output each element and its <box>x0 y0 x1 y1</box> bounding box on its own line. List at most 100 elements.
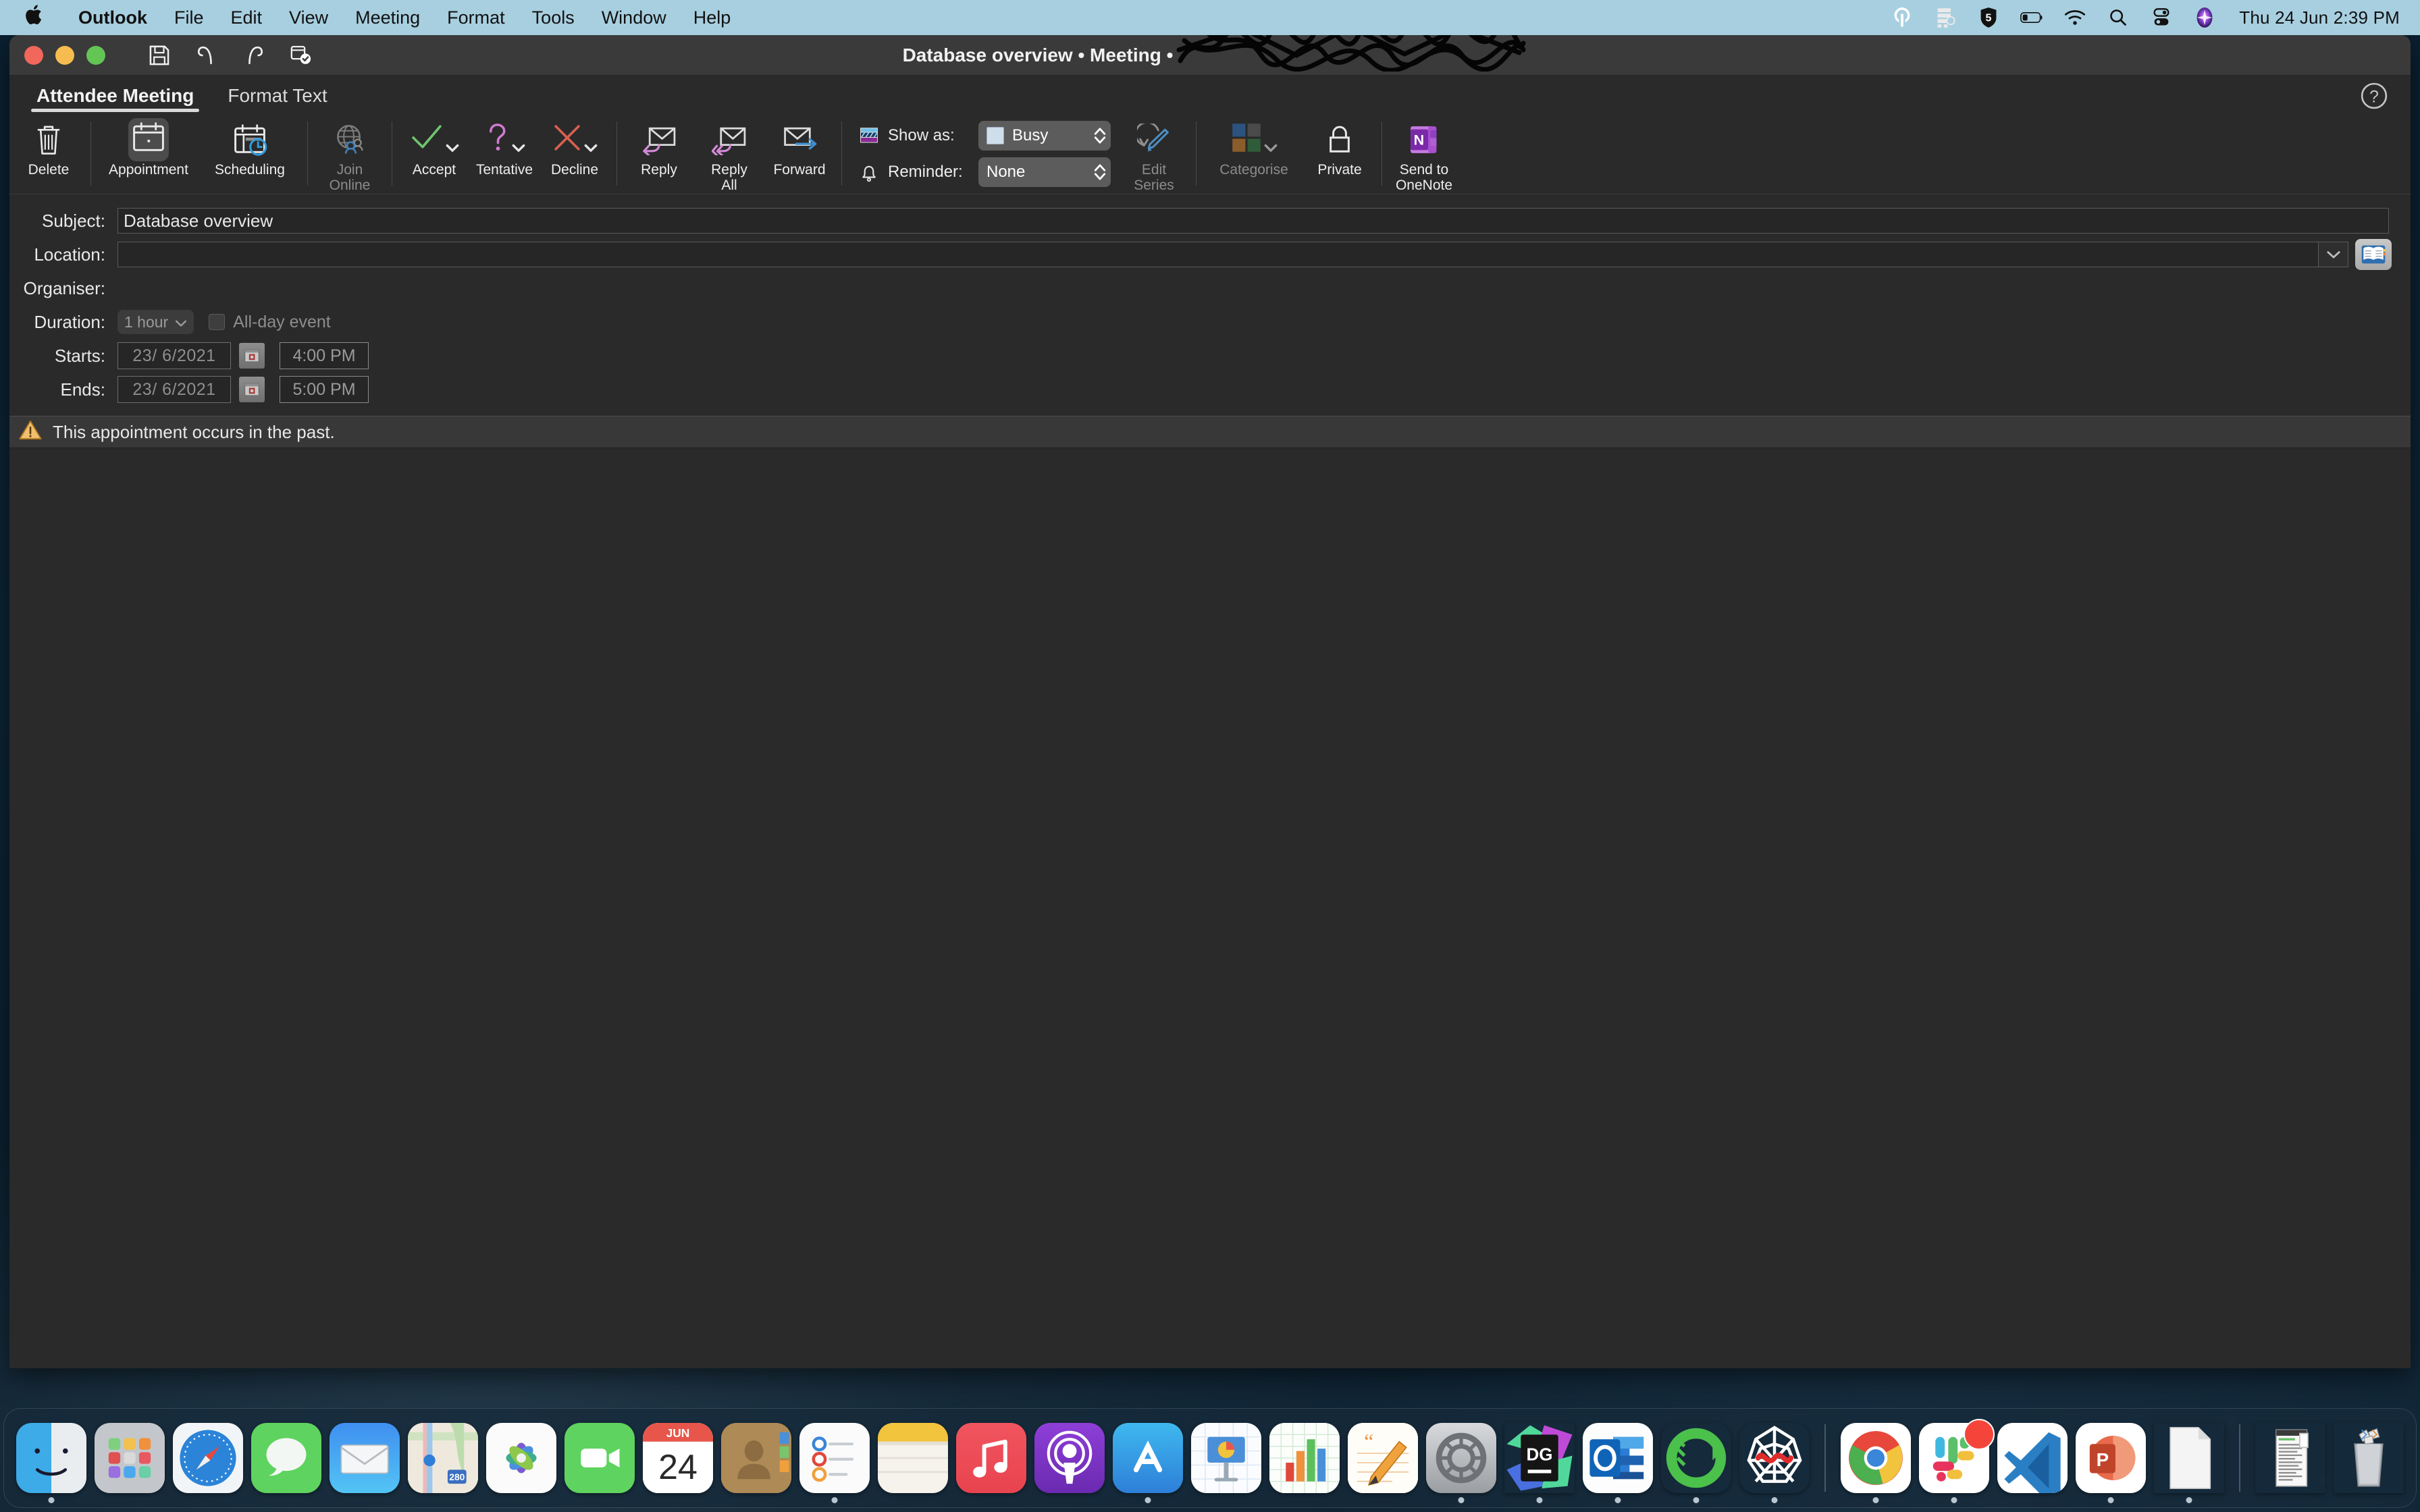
starts-calendar-picker-icon[interactable] <box>239 343 265 369</box>
dock-item-photos[interactable] <box>486 1423 556 1493</box>
dock-item-messages[interactable] <box>251 1423 321 1493</box>
meeting-notes-body[interactable] <box>9 448 2411 1319</box>
show-as-select[interactable]: Busy <box>978 120 1111 151</box>
openvpn-icon[interactable] <box>1891 6 1914 29</box>
delete-button[interactable]: Delete <box>14 113 84 194</box>
forward-button[interactable]: Forward <box>764 113 835 194</box>
menu-item-file[interactable]: File <box>161 7 217 28</box>
bell-icon <box>858 161 880 183</box>
server-stack-icon[interactable] <box>1934 6 1957 29</box>
tab-format-text[interactable]: Format Text <box>215 85 339 113</box>
dock-item-chrome[interactable] <box>1841 1423 1911 1503</box>
menu-item-meeting[interactable]: Meeting <box>342 7 433 28</box>
minimise-button[interactable] <box>55 45 74 65</box>
dock-item-datagrip[interactable]: DG <box>1504 1423 1575 1503</box>
ends-time-input[interactable]: 5:00 PM <box>280 376 369 403</box>
tab-attendee-meeting[interactable]: Attendee Meeting <box>24 85 206 113</box>
accept-chevron-down-icon[interactable] <box>446 140 459 157</box>
reminder-select[interactable]: None <box>978 157 1111 187</box>
dock-item-downloads-stack[interactable] <box>2255 1423 2325 1493</box>
decline-chevron-down-icon[interactable] <box>584 140 598 157</box>
ends-date-input[interactable]: 23/ 6/2021 <box>117 376 231 403</box>
reminder-stepper-icon[interactable] <box>1093 162 1107 182</box>
onenote-icon: N <box>1407 119 1441 161</box>
dock-item-contacts[interactable] <box>721 1423 791 1493</box>
dock-item-reminders[interactable] <box>799 1423 870 1503</box>
organiser-row: Organiser: <box>9 271 2411 305</box>
undo-icon[interactable] <box>193 42 220 69</box>
reply-all-button[interactable]: Reply All <box>694 113 764 194</box>
save-icon[interactable] <box>146 42 173 69</box>
dock-item-facetime[interactable] <box>564 1423 635 1493</box>
dock-item-trash[interactable] <box>2334 1423 2404 1493</box>
dock-item-music[interactable] <box>956 1423 1026 1493</box>
dock-item-spyder[interactable] <box>1739 1423 1810 1503</box>
zoom-button[interactable] <box>86 45 105 65</box>
svg-text:N: N <box>1414 132 1425 148</box>
menu-item-view[interactable]: View <box>275 7 342 28</box>
send-to-onenote-label-line1: Send to <box>1399 161 1449 178</box>
categories-grid-icon <box>1230 122 1263 158</box>
dock-item-notes[interactable] <box>878 1423 948 1493</box>
ends-calendar-picker-icon[interactable] <box>239 377 265 402</box>
dock-item-mongodb-compass[interactable] <box>1661 1423 1731 1503</box>
starts-date-input[interactable]: 23/ 6/2021 <box>117 342 231 369</box>
location-input[interactable] <box>117 242 2319 267</box>
menu-item-help[interactable]: Help <box>680 7 745 28</box>
private-button[interactable]: Private <box>1305 113 1375 194</box>
dock-item-finder[interactable] <box>16 1423 86 1503</box>
menu-item-outlook[interactable]: Outlook <box>65 7 161 28</box>
wifi-icon[interactable] <box>2063 6 2086 29</box>
dock-item-powerpoint[interactable]: P <box>2076 1423 2146 1503</box>
shield-5-icon[interactable]: 5 <box>1977 6 2000 29</box>
location-chevron-down-icon[interactable] <box>2319 242 2348 267</box>
dock-item-app-store[interactable] <box>1113 1423 1183 1503</box>
dock-item-system-preferences[interactable] <box>1426 1423 1496 1503</box>
scheduling-button[interactable]: Scheduling <box>199 113 300 194</box>
join-online-button[interactable]: Join Online <box>315 113 385 194</box>
starts-time-input[interactable]: 4:00 PM <box>280 342 369 369</box>
dock-item-pages[interactable]: “ <box>1348 1423 1418 1493</box>
all-day-event-checkbox[interactable] <box>209 314 226 330</box>
send-to-onenote-button[interactable]: N Send to OneNote <box>1389 113 1459 194</box>
dock-item-safari[interactable] <box>173 1423 243 1493</box>
decline-button[interactable]: Decline <box>540 113 610 194</box>
address-book-icon[interactable] <box>2355 239 2392 270</box>
accept-button[interactable]: Accept <box>399 113 469 194</box>
show-as-stepper-icon[interactable] <box>1093 126 1107 146</box>
dock-item-document[interactable] <box>2154 1423 2224 1503</box>
dock-item-podcasts[interactable] <box>1034 1423 1105 1493</box>
dock-item-maps[interactable]: 280 <box>408 1423 478 1493</box>
menu-item-edit[interactable]: Edit <box>217 7 276 28</box>
dock-item-launchpad[interactable] <box>95 1423 165 1493</box>
close-button[interactable] <box>24 45 43 65</box>
redo-icon[interactable] <box>240 42 267 69</box>
dock-item-mail[interactable] <box>330 1423 400 1493</box>
dock-item-keynote[interactable] <box>1191 1423 1261 1493</box>
edit-series-button[interactable]: Edit Series <box>1119 113 1189 194</box>
help-icon[interactable]: ? <box>2359 81 2389 111</box>
menu-item-window[interactable]: Window <box>588 7 680 28</box>
battery-icon[interactable] <box>2020 6 2043 29</box>
tentative-chevron-down-icon[interactable] <box>512 140 525 157</box>
duration-select[interactable]: 1 hour <box>117 310 194 334</box>
dock-item-slack[interactable] <box>1919 1419 1995 1503</box>
control-centre-icon[interactable] <box>2150 6 2173 29</box>
send-status-icon[interactable] <box>288 42 315 69</box>
dock-item-calendar[interactable]: JUN 24 <box>643 1423 713 1493</box>
reply-button[interactable]: Reply <box>624 113 694 194</box>
menu-item-tools[interactable]: Tools <box>519 7 588 28</box>
appointment-button[interactable]: Appointment <box>98 113 199 194</box>
dock-item-outlook[interactable] <box>1583 1423 1653 1503</box>
tentative-button[interactable]: Tentative <box>469 113 540 194</box>
dock-item-visual-studio-code[interactable] <box>1997 1423 2068 1493</box>
apple-logo-icon[interactable] <box>24 3 45 30</box>
menu-bar-clock[interactable]: Thu 24 Jun 2:39 PM <box>2236 7 2400 28</box>
categorise-chevron-down-icon[interactable] <box>1264 140 1278 157</box>
menu-item-format[interactable]: Format <box>433 7 519 28</box>
dock-item-numbers[interactable] <box>1269 1423 1340 1493</box>
subject-input[interactable]: Database overview <box>117 208 2389 234</box>
siri-icon[interactable] <box>2193 6 2216 29</box>
spotlight-search-icon[interactable] <box>2107 6 2130 29</box>
categorise-button[interactable]: Categorise <box>1203 113 1305 194</box>
